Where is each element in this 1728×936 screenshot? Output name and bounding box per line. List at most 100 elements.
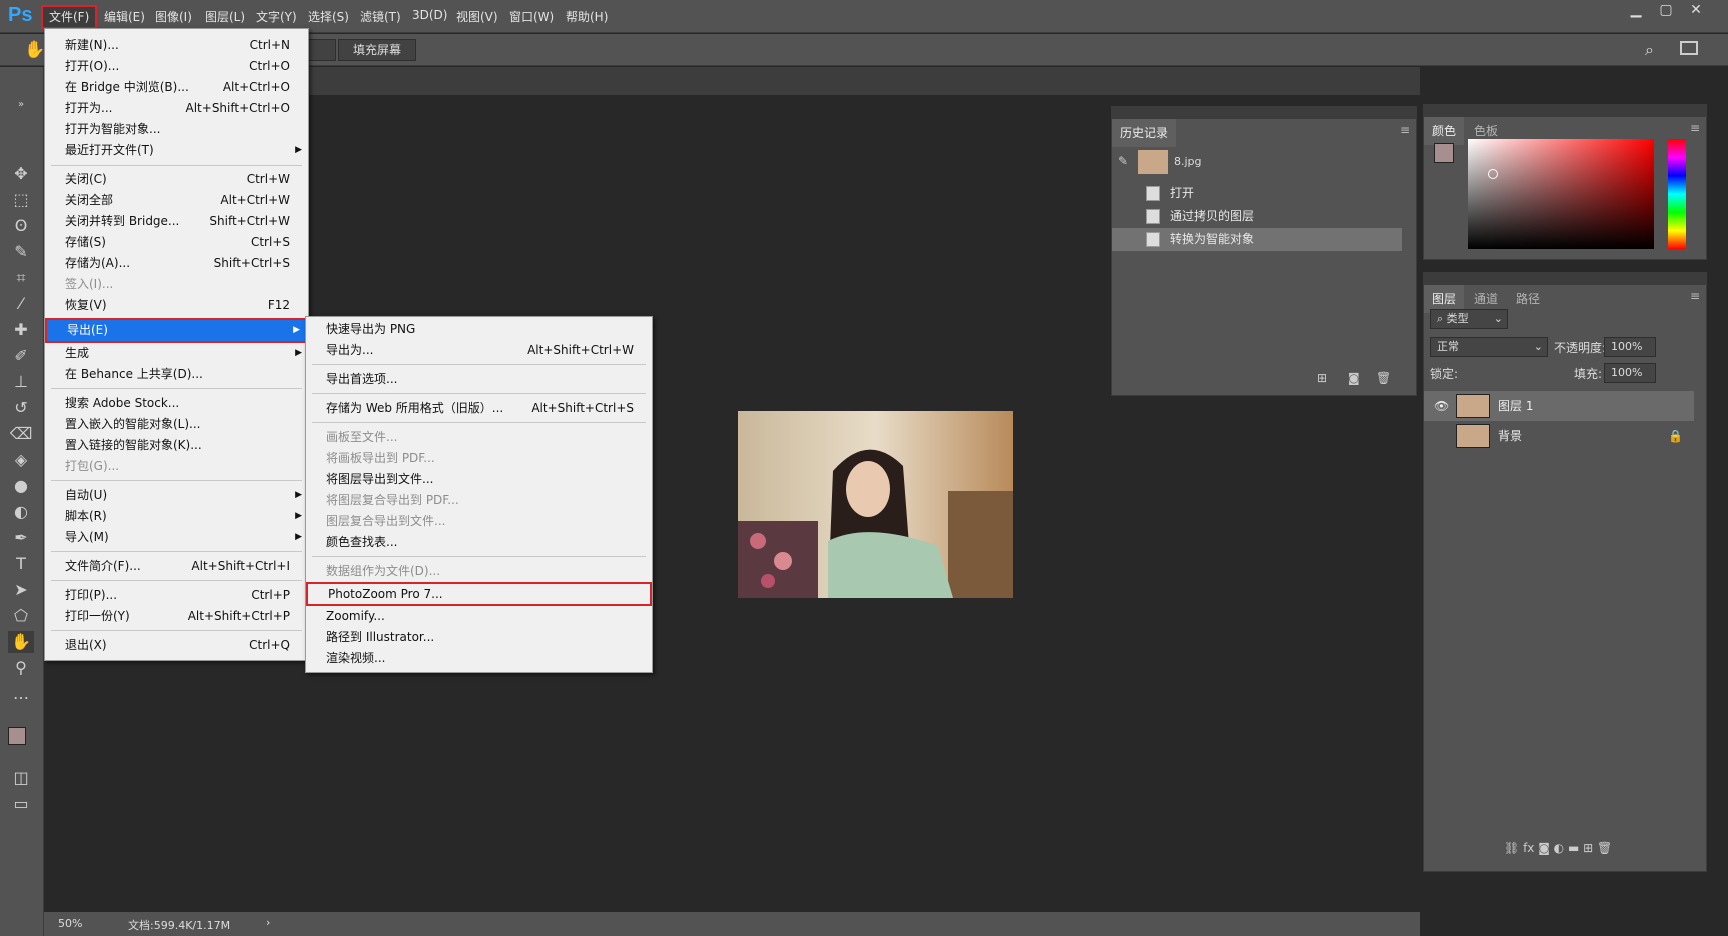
menu-item-render-video[interactable]: 渲染视频...: [306, 648, 652, 669]
tab-history[interactable]: 历史记录: [1112, 119, 1177, 147]
fill-screen-button[interactable]: 填充屏幕: [338, 39, 417, 61]
panel-menu-icon[interactable]: ≡: [1400, 123, 1410, 137]
menu-item-color-lookup[interactable]: 颜色查找表...: [306, 532, 652, 553]
menu-item-save[interactable]: 存储(S) Ctrl+S: [45, 232, 308, 253]
menu-item-export-prefs[interactable]: 导出首选项...: [306, 369, 652, 390]
menu-item-close-bridge[interactable]: 关闭并转到 Bridge... Shift+Ctrl+W: [45, 211, 308, 232]
fill-field[interactable]: 100%: [1604, 363, 1656, 383]
status-arrow-icon[interactable]: ›: [266, 916, 270, 929]
color-field[interactable]: [1468, 139, 1654, 249]
tab-color[interactable]: 颜色: [1424, 117, 1465, 145]
dodge-tool-icon[interactable]: ◐: [8, 501, 34, 523]
eraser-tool-icon[interactable]: ⌫: [8, 423, 34, 445]
opacity-field[interactable]: 100%: [1604, 337, 1656, 357]
crop-tool-icon[interactable]: ⌗: [8, 267, 34, 289]
menu-item-import[interactable]: 导入(M) ▶: [45, 527, 308, 548]
eyedropper-tool-icon[interactable]: ⁄: [8, 293, 34, 315]
blur-tool-icon[interactable]: ●: [8, 475, 34, 497]
brush-tool-icon[interactable]: ✐: [8, 345, 34, 367]
menu-item-save-for-web[interactable]: 存储为 Web 所用格式（旧版）... Alt+Shift+Ctrl+S: [306, 398, 652, 419]
quick-mask-icon[interactable]: ◫: [8, 767, 34, 789]
menu-item-close-all[interactable]: 关闭全部 Alt+Ctrl+W: [45, 190, 308, 211]
new-document-icon[interactable]: ⊞: [1317, 371, 1327, 385]
menu-3d[interactable]: 3D(D): [412, 8, 447, 26]
foreground-color-swatch[interactable]: [1434, 143, 1454, 163]
hue-slider[interactable]: [1668, 139, 1686, 249]
hand-tool-icon[interactable]: ✋: [8, 631, 34, 653]
menu-item-zoomify[interactable]: Zoomify...: [306, 606, 652, 627]
menu-item-place-linked[interactable]: 置入链接的智能对象(K)...: [45, 435, 308, 456]
menu-item-open-as[interactable]: 打开为... Alt+Shift+Ctrl+O: [45, 98, 308, 119]
menu-item-paths-illustrator[interactable]: 路径到 Illustrator...: [306, 627, 652, 648]
search-icon[interactable]: ⌕: [1645, 40, 1654, 60]
type-tool-icon[interactable]: T: [8, 553, 34, 575]
menu-item-photozoom[interactable]: PhotoZoom Pro 7...: [306, 582, 652, 606]
screen-mode-icon[interactable]: ▭: [8, 793, 34, 815]
menu-item-behance[interactable]: 在 Behance 上共享(D)...: [45, 364, 308, 385]
menu-filter[interactable]: 滤镜(T): [360, 8, 401, 26]
tab-paths[interactable]: 路径: [1508, 285, 1548, 313]
menu-layer[interactable]: 图层(L): [205, 8, 245, 26]
zoom-tool-icon[interactable]: ⚲: [8, 657, 34, 679]
color-picker-handle[interactable]: [1488, 169, 1498, 179]
bucket-tool-icon[interactable]: ◈: [8, 449, 34, 471]
zoom-level[interactable]: 50%: [58, 917, 82, 930]
fx-icon[interactable]: fx: [1523, 841, 1538, 855]
menu-item-adobe-stock[interactable]: 搜索 Adobe Stock...: [45, 393, 308, 414]
new-layer-icon[interactable]: ⊞: [1583, 841, 1597, 855]
marquee-tool-icon[interactable]: ⬚: [8, 189, 34, 211]
menu-window[interactable]: 窗口(W): [509, 8, 554, 26]
mask-icon[interactable]: ◙: [1538, 841, 1553, 855]
layer-row[interactable]: 背景 🔒: [1424, 421, 1694, 451]
menu-item-recent[interactable]: 最近打开文件(T) ▶: [45, 140, 308, 161]
menu-item-automate[interactable]: 自动(U) ▶: [45, 485, 308, 506]
lasso-tool-icon[interactable]: ʘ: [8, 215, 34, 237]
menu-view[interactable]: 视图(V): [456, 8, 498, 26]
menu-select[interactable]: 选择(S): [308, 8, 349, 26]
layer-row[interactable]: 👁 图层 1: [1424, 391, 1694, 421]
foreground-color-swatch[interactable]: [8, 727, 26, 745]
menu-item-open-smart[interactable]: 打开为智能对象...: [45, 119, 308, 140]
camera-icon[interactable]: ◙: [1348, 371, 1360, 385]
menu-image[interactable]: 图像(I): [155, 8, 192, 26]
minimize-icon[interactable]: ▁: [1622, 2, 1650, 22]
menu-item-revert[interactable]: 恢复(V) F12: [45, 295, 308, 316]
history-snapshot[interactable]: ✎ 8.jpg: [1112, 147, 1402, 177]
healing-tool-icon[interactable]: ✚: [8, 319, 34, 341]
close-icon[interactable]: ✕: [1682, 2, 1710, 22]
trash-icon[interactable]: 🗑: [1597, 841, 1612, 855]
link-icon[interactable]: ⛓: [1504, 841, 1523, 855]
history-brush-icon[interactable]: ↺: [8, 397, 34, 419]
menu-item-export[interactable]: 导出(E) ▶: [45, 318, 308, 343]
more-tools-icon[interactable]: …: [8, 683, 34, 705]
menu-item-open[interactable]: 打开(O)... Ctrl+O: [45, 56, 308, 77]
layer-filter-select[interactable]: ⌕ 类型 ⌄: [1430, 309, 1508, 329]
folder-icon[interactable]: ▬: [1568, 841, 1583, 855]
path-select-tool-icon[interactable]: ➤: [8, 579, 34, 601]
menu-item-save-as[interactable]: 存储为(A)... Shift+Ctrl+S: [45, 253, 308, 274]
menu-item-browse-bridge[interactable]: 在 Bridge 中浏览(B)... Alt+Ctrl+O: [45, 77, 308, 98]
blend-mode-select[interactable]: 正常 ⌄: [1430, 337, 1548, 357]
history-state[interactable]: 通过拷贝的图层: [1112, 205, 1402, 228]
workspace-icon[interactable]: [1680, 41, 1698, 55]
panel-menu-icon[interactable]: ≡: [1690, 121, 1700, 135]
shape-tool-icon[interactable]: ⬠: [8, 605, 34, 627]
menu-item-print-one[interactable]: 打印一份(Y) Alt+Shift+Ctrl+P: [45, 606, 308, 627]
menu-item-close[interactable]: 关闭(C) Ctrl+W: [45, 169, 308, 190]
maximize-icon[interactable]: ▢: [1652, 2, 1680, 22]
menu-item-new[interactable]: 新建(N)... Ctrl+N: [45, 35, 308, 56]
quick-select-tool-icon[interactable]: ✎: [8, 241, 34, 263]
menu-item-scripts[interactable]: 脚本(R) ▶: [45, 506, 308, 527]
menu-item-layers-to-files[interactable]: 将图层导出到文件...: [306, 469, 652, 490]
menu-item-file-info[interactable]: 文件简介(F)... Alt+Shift+Ctrl+I: [45, 556, 308, 577]
menu-type[interactable]: 文字(Y): [256, 8, 297, 26]
menu-item-print[interactable]: 打印(P)... Ctrl+P: [45, 585, 308, 606]
adjustment-icon[interactable]: ◐: [1554, 841, 1568, 855]
menu-item-quick-export-png[interactable]: 快速导出为 PNG: [306, 319, 652, 340]
stamp-tool-icon[interactable]: ⊥: [8, 371, 34, 393]
menu-edit[interactable]: 编辑(E): [104, 8, 145, 26]
menu-item-place-embedded[interactable]: 置入嵌入的智能对象(L)...: [45, 414, 308, 435]
menu-file[interactable]: 文件(F): [41, 5, 98, 29]
move-tool-icon[interactable]: ✥: [8, 163, 34, 185]
collapse-icon[interactable]: »: [8, 94, 34, 116]
